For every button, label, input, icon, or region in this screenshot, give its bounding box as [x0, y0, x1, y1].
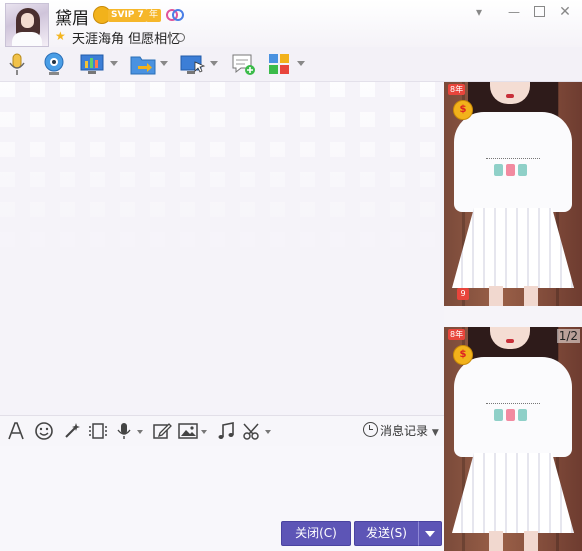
file-transfer-icon[interactable] — [130, 51, 156, 77]
message-history-button[interactable]: 消息记录 ▼ — [363, 421, 439, 443]
magic-wand-icon[interactable] — [62, 421, 82, 441]
scissors-icon[interactable] — [242, 421, 262, 441]
side-panel-divider — [444, 306, 582, 327]
send-button[interactable]: 发送(S) — [354, 521, 419, 546]
screen-share-icon[interactable] — [80, 51, 104, 77]
input-toolbar: 消息记录 ▼ — [0, 415, 444, 446]
signature-text[interactable]: 天涯海角 但愿相忆 — [72, 28, 180, 47]
contact-show-photo[interactable]: 8年 $ 1/2 — [444, 327, 582, 551]
star-icon: ★ — [55, 29, 66, 43]
maximize-icon[interactable] — [530, 3, 548, 21]
page-indicator[interactable]: 1/2 — [556, 329, 580, 343]
chevron-down-icon[interactable] — [110, 61, 118, 66]
message-history-label: 消息记录 — [380, 424, 429, 438]
contact-show-photo[interactable]: 8年 $ 9 — [444, 82, 582, 306]
year-badge: 8年 — [448, 329, 466, 340]
message-app-icon[interactable] — [231, 51, 257, 77]
voice-message-icon[interactable] — [114, 421, 134, 441]
level-badge: 9 — [457, 288, 469, 300]
video-call-icon[interactable] — [42, 51, 66, 77]
chat-window: 黛眉 SVIP 7 年 ★ 天涯海角 但愿相忆 ▾ — ✕ 消息记录 ▼ 关闭(… — [0, 0, 582, 551]
qq-pet-icon: $ — [453, 345, 473, 365]
image-icon[interactable] — [178, 421, 198, 441]
chevron-down-icon[interactable] — [297, 61, 305, 66]
emoji-icon[interactable] — [34, 421, 54, 441]
svip-badge[interactable]: SVIP 7 — [108, 9, 147, 22]
qq-pet-icon: $ — [453, 100, 473, 120]
close-icon[interactable]: ✕ — [556, 3, 574, 21]
close-button[interactable]: 关闭(C) — [281, 521, 351, 546]
screenshot-frame-icon[interactable] — [88, 421, 108, 441]
signature-edit-icon[interactable] — [176, 33, 185, 42]
edit-icon[interactable] — [152, 421, 172, 441]
minimize-icon[interactable]: — — [505, 3, 523, 21]
clock-icon — [363, 422, 378, 437]
message-history-fade — [0, 82, 444, 415]
font-icon[interactable] — [6, 421, 26, 441]
music-icon[interactable] — [216, 421, 236, 441]
chevron-down-icon[interactable]: ▼ — [432, 428, 439, 438]
svip-year-badge[interactable]: 年 — [146, 9, 162, 22]
chevron-down-icon[interactable] — [201, 430, 207, 434]
main-toolbar — [0, 47, 582, 82]
avatar[interactable] — [5, 3, 49, 47]
chevron-down-icon[interactable] — [265, 430, 271, 434]
chevron-down-icon[interactable] — [210, 61, 218, 66]
year-badge: 8年 — [448, 84, 466, 95]
remote-desktop-icon[interactable] — [180, 51, 206, 77]
contact-nickname[interactable]: 黛眉 — [55, 4, 89, 29]
title-bar: 黛眉 SVIP 7 年 ★ 天涯海角 但愿相忆 ▾ — ✕ — [0, 0, 582, 47]
qq-link-icon[interactable] — [166, 8, 184, 22]
apps-grid-icon[interactable] — [268, 51, 292, 77]
chevron-down-icon[interactable] — [160, 61, 168, 66]
send-options-button[interactable] — [418, 521, 442, 546]
chevron-down-icon[interactable]: ▾ — [470, 3, 488, 21]
chevron-down-icon[interactable] — [137, 430, 143, 434]
voice-call-icon[interactable] — [7, 51, 27, 77]
